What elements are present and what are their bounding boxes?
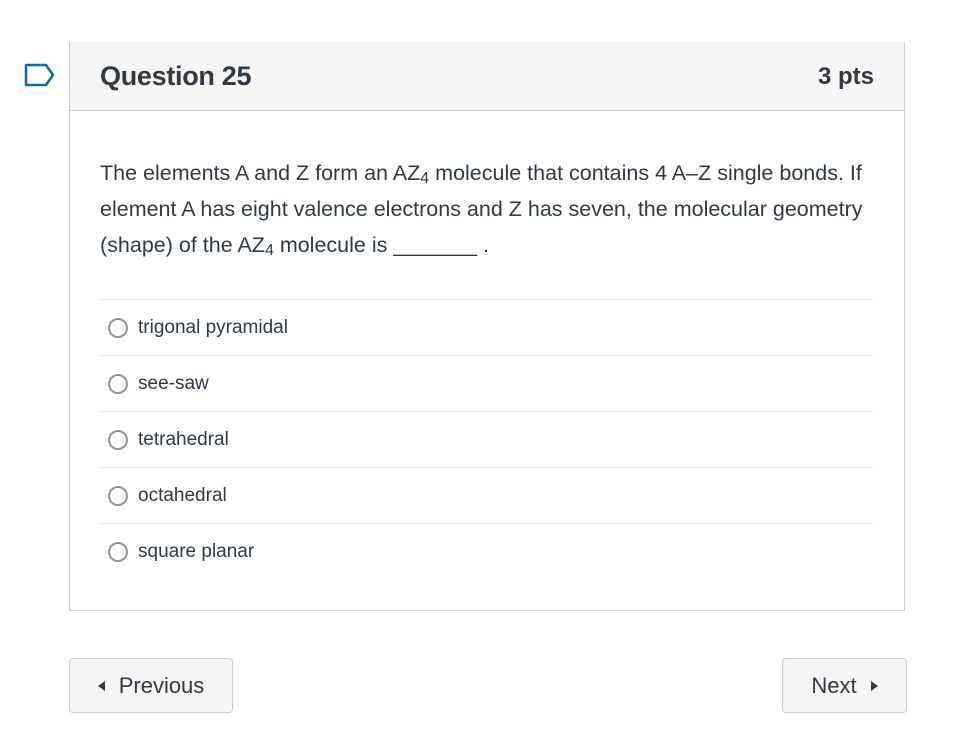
question-title: Question 25 — [100, 61, 252, 91]
caret-left-icon — [97, 680, 105, 691]
previous-label: Previous — [118, 672, 205, 698]
question-text: The elements A and Z form an AZ4 molecul… — [100, 155, 874, 263]
radio-button[interactable] — [108, 373, 128, 394]
radio-button[interactable] — [108, 317, 128, 338]
question-text-part1: The elements A and Z form an AZ — [100, 161, 421, 185]
answer-label[interactable]: tetrahedral — [138, 429, 229, 451]
answer-list: trigonal pyramidal see-saw tetrahedral o… — [100, 299, 874, 580]
next-label: Next — [811, 672, 857, 698]
answer-label[interactable]: see-saw — [138, 373, 209, 395]
subscript-4: 4 — [264, 242, 274, 259]
radio-button[interactable] — [108, 429, 128, 450]
question-header: Question 25 3 pts — [70, 42, 904, 111]
answer-label[interactable]: trigonal pyramidal — [138, 317, 288, 339]
question-body: The elements A and Z form an AZ4 molecul… — [70, 111, 904, 263]
answer-option[interactable]: square planar — [100, 524, 874, 580]
previous-button[interactable]: Previous — [69, 658, 233, 713]
answer-label[interactable]: square planar — [138, 541, 254, 563]
answer-label[interactable]: octahedral — [138, 485, 227, 507]
question-card: Question 25 3 pts The elements A and Z f… — [69, 42, 905, 611]
radio-button[interactable] — [108, 485, 128, 506]
next-button[interactable]: Next — [782, 658, 907, 713]
answer-option[interactable]: see-saw — [100, 356, 874, 412]
answer-option[interactable]: trigonal pyramidal — [100, 300, 874, 356]
answer-option[interactable]: tetrahedral — [100, 412, 874, 468]
flag-question-icon[interactable] — [24, 63, 56, 87]
question-text-part3: molecule is _______ . — [273, 233, 489, 257]
radio-button[interactable] — [108, 542, 128, 562]
subscript-4: 4 — [420, 170, 430, 187]
answer-option[interactable]: octahedral — [100, 468, 874, 524]
caret-right-icon — [870, 680, 878, 691]
question-points: 3 pts — [817, 62, 874, 90]
